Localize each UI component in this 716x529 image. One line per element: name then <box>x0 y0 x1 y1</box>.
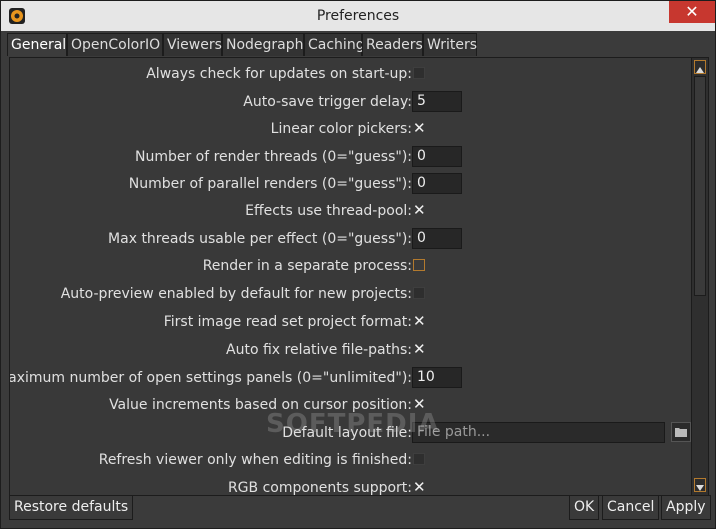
refresh-viewer-checkbox[interactable] <box>413 453 425 465</box>
setting-row: Auto-save trigger delay: 5 <box>10 89 690 115</box>
separate-process-checkbox[interactable] <box>413 259 425 271</box>
setting-label: Auto fix relative file-paths: <box>226 342 412 358</box>
settings-panel: Always check for updates on start-up: Au… <box>9 57 709 496</box>
setting-row: Maximum number of open settings panels (… <box>10 365 690 391</box>
setting-label: Max threads usable per effect (0="guess"… <box>108 231 412 247</box>
setting-row: First image read set project format: ✕ <box>10 309 690 335</box>
arrow-up-icon <box>696 67 704 73</box>
setting-row: Linear color pickers: ✕ <box>10 116 690 142</box>
max-threads-input[interactable]: 0 <box>412 228 462 249</box>
scroll-up-button[interactable] <box>694 60 706 74</box>
render-threads-input[interactable]: 0 <box>412 146 462 167</box>
setting-row: Auto fix relative file-paths: ✕ <box>10 337 690 363</box>
setting-label: Render in a separate process: <box>202 258 412 274</box>
setting-label: Linear color pickers: <box>270 121 412 137</box>
ok-button[interactable]: OK <box>569 495 600 520</box>
preferences-window: Preferences ✕ General OpenColorIO Viewer… <box>0 0 716 529</box>
restore-defaults-button[interactable]: Restore defaults <box>9 495 134 520</box>
setting-row: Effects use thread-pool: ✕ <box>10 198 690 224</box>
tab-opencolorio[interactable]: OpenColorIO <box>67 33 163 56</box>
setting-row: Always check for updates on start-up: <box>10 61 690 87</box>
setting-row: Number of parallel renders (0="guess"): … <box>10 171 690 197</box>
browse-folder-button[interactable] <box>671 422 691 442</box>
setting-label: Effects use thread-pool: <box>245 203 412 219</box>
fix-relative-paths-checkbox[interactable]: ✕ <box>413 342 426 357</box>
setting-row: Default layout file: File path... <box>10 420 691 446</box>
value-increments-checkbox[interactable]: ✕ <box>413 397 426 412</box>
setting-label: Maximum number of open settings panels (… <box>9 370 412 386</box>
arrow-down-icon <box>696 485 704 491</box>
setting-label: Auto-preview enabled by default for new … <box>60 286 412 302</box>
setting-label: First image read set project format: <box>163 314 412 330</box>
tab-readers[interactable]: Readers <box>362 33 423 56</box>
tab-viewers[interactable]: Viewers <box>163 33 222 56</box>
title-bar[interactable]: Preferences ✕ <box>1 1 715 31</box>
parallel-renders-input[interactable]: 0 <box>412 173 462 194</box>
setting-row: RGB components support: ✕ <box>10 475 690 496</box>
linear-color-pickers-checkbox[interactable]: ✕ <box>413 121 426 136</box>
tab-nodegraph[interactable]: Nodegraph <box>222 33 304 56</box>
setting-label: Always check for updates on start-up: <box>146 66 412 82</box>
scrollbar-thumb[interactable] <box>694 76 706 296</box>
setting-label: Number of parallel renders (0="guess"): <box>128 176 412 192</box>
autosave-delay-input[interactable]: 5 <box>412 91 462 112</box>
vertical-scrollbar[interactable] <box>691 58 708 495</box>
setting-row: Max threads usable per effect (0="guess"… <box>10 226 690 252</box>
tab-writers[interactable]: Writers <box>423 33 477 56</box>
tab-caching[interactable]: Caching <box>304 33 365 56</box>
setting-label: Number of render threads (0="guess"): <box>134 149 412 165</box>
scroll-down-button[interactable] <box>694 478 706 492</box>
close-button[interactable]: ✕ <box>669 1 715 23</box>
setting-label: Value increments based on cursor positio… <box>109 397 412 413</box>
thread-pool-checkbox[interactable]: ✕ <box>413 203 426 218</box>
setting-row: Value increments based on cursor positio… <box>10 392 690 418</box>
cancel-button[interactable]: Cancel <box>602 495 660 520</box>
tab-general[interactable]: General <box>7 33 67 56</box>
rgb-components-checkbox[interactable]: ✕ <box>413 480 426 495</box>
setting-row: Render in a separate process: <box>10 253 690 279</box>
default-layout-file-input[interactable]: File path... <box>412 422 665 443</box>
setting-row: Refresh viewer only when editing is fini… <box>10 447 690 473</box>
window-title: Preferences <box>316 8 400 24</box>
first-image-format-checkbox[interactable]: ✕ <box>413 314 426 329</box>
setting-label: RGB components support: <box>227 480 412 496</box>
apply-button[interactable]: Apply <box>661 495 711 520</box>
setting-label: Auto-save trigger delay: <box>243 94 412 110</box>
setting-row: Number of render threads (0="guess"): 0 <box>10 144 690 170</box>
close-icon: ✕ <box>685 2 699 21</box>
max-panels-input[interactable]: 10 <box>412 367 462 388</box>
setting-label: Default layout file: <box>282 425 412 441</box>
setting-row: Auto-preview enabled by default for new … <box>10 281 690 307</box>
check-updates-checkbox[interactable] <box>413 67 425 79</box>
auto-preview-checkbox[interactable] <box>413 287 425 299</box>
folder-icon <box>675 428 687 437</box>
setting-label: Refresh viewer only when editing is fini… <box>98 452 412 468</box>
